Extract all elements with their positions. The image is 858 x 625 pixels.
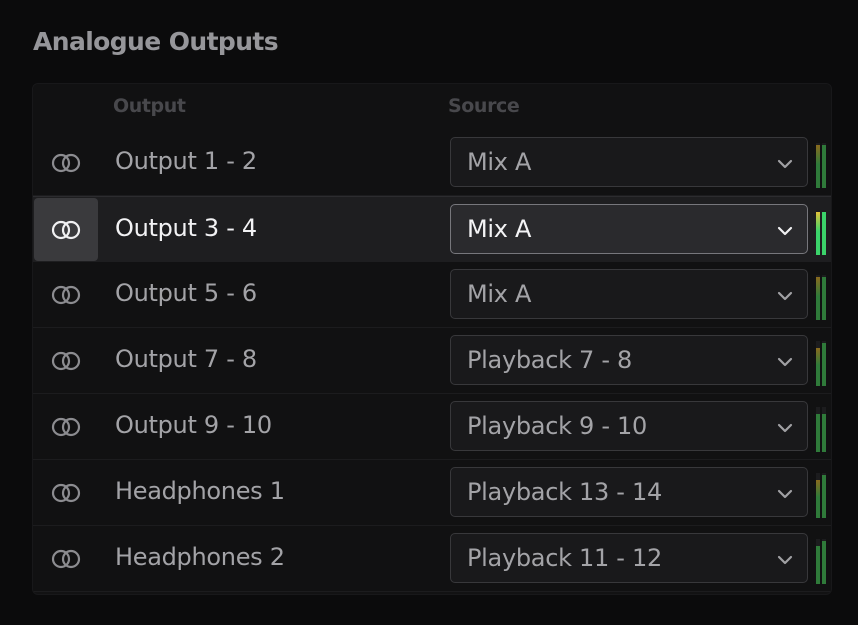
level-meter-left — [816, 210, 820, 255]
link-stereo-button[interactable] — [34, 130, 98, 195]
chevron-down-icon — [777, 485, 793, 504]
output-name: Output 1 - 2 — [115, 147, 257, 175]
level-meter — [816, 407, 828, 452]
level-meter-right — [822, 143, 826, 188]
level-meter — [816, 473, 828, 518]
table-row[interactable]: Output 7 - 8 Playback 7 - 8 — [33, 328, 831, 394]
source-select[interactable]: Mix A — [450, 204, 808, 254]
column-header-output: Output — [113, 95, 186, 117]
level-meter-fill — [816, 348, 820, 386]
table-row[interactable]: Output 1 - 2 Mix A — [33, 130, 831, 196]
level-meter-fill — [816, 145, 820, 188]
output-name: Output 9 - 10 — [115, 411, 272, 439]
chevron-down-icon — [777, 287, 793, 306]
level-meter-fill — [822, 343, 826, 386]
source-select[interactable]: Playback 13 - 14 — [450, 467, 808, 517]
table-row[interactable]: Headphones 2 Playback 11 - 12 — [33, 526, 831, 592]
level-meter-right — [822, 341, 826, 386]
link-stereo-button[interactable] — [34, 394, 98, 459]
output-name: Output 7 - 8 — [115, 345, 257, 373]
output-name: Headphones 1 — [115, 477, 285, 505]
level-meter-fill — [822, 541, 826, 584]
table-row[interactable]: Output 3 - 4 Mix A — [33, 196, 831, 263]
level-meter-right — [822, 473, 826, 518]
level-meter — [816, 210, 828, 255]
source-select-value: Mix A — [467, 148, 532, 176]
level-meter-fill — [816, 546, 820, 584]
table-header: Output Source — [33, 84, 831, 131]
output-name: Output 5 - 6 — [115, 279, 257, 307]
source-select-value: Playback 11 - 12 — [467, 544, 662, 572]
level-meter-fill — [822, 414, 826, 452]
level-meter-fill — [822, 277, 826, 320]
link-stereo-button[interactable] — [34, 460, 98, 525]
level-meter-right — [822, 210, 826, 255]
level-meter-left — [816, 275, 820, 320]
link-stereo-icon — [51, 417, 81, 437]
column-header-source: Source — [448, 95, 520, 117]
section-title: Analogue Outputs — [33, 27, 279, 56]
level-meter-left — [816, 341, 820, 386]
link-stereo-icon — [51, 549, 81, 569]
chevron-down-icon — [777, 155, 793, 174]
chevron-down-icon — [777, 353, 793, 372]
chevron-down-icon — [777, 222, 793, 241]
source-select-value: Playback 7 - 8 — [467, 346, 632, 374]
level-meter-fill — [816, 277, 820, 320]
source-select[interactable]: Playback 7 - 8 — [450, 335, 808, 385]
level-meter-fill — [816, 480, 820, 518]
level-meter-fill — [822, 145, 826, 188]
table-row[interactable]: Headphones 1 Playback 13 - 14 — [33, 460, 831, 526]
link-stereo-icon — [51, 220, 81, 240]
table-row[interactable]: Output 9 - 10 Playback 9 - 10 — [33, 394, 831, 460]
level-meter-left — [816, 539, 820, 584]
level-meter — [816, 341, 828, 386]
level-meter-fill — [816, 212, 820, 255]
chevron-down-icon — [777, 419, 793, 438]
output-name: Headphones 2 — [115, 543, 285, 571]
level-meter-right — [822, 407, 826, 452]
analogue-outputs-table: Output Source Output 1 - 2 Mix A Output 3 … — [32, 83, 832, 595]
source-select[interactable]: Mix A — [450, 137, 808, 187]
link-stereo-button[interactable] — [34, 198, 98, 261]
level-meter — [816, 539, 828, 584]
source-select-value: Mix A — [467, 280, 532, 308]
level-meter-left — [816, 143, 820, 188]
table-row[interactable]: Output 5 - 6 Mix A — [33, 262, 831, 328]
output-name: Output 3 - 4 — [115, 214, 257, 242]
level-meter-right — [822, 539, 826, 584]
level-meter-fill — [822, 475, 826, 518]
source-select-value: Playback 13 - 14 — [467, 478, 662, 506]
level-meter-left — [816, 473, 820, 518]
level-meter — [816, 275, 828, 320]
source-select-value: Mix A — [467, 215, 532, 243]
link-stereo-button[interactable] — [34, 328, 98, 393]
source-select-value: Playback 9 - 10 — [467, 412, 647, 440]
level-meter-left — [816, 407, 820, 452]
chevron-down-icon — [777, 551, 793, 570]
level-meter — [816, 143, 828, 188]
source-select[interactable]: Playback 11 - 12 — [450, 533, 808, 583]
link-stereo-icon — [51, 483, 81, 503]
link-stereo-button[interactable] — [34, 262, 98, 327]
link-stereo-button[interactable] — [34, 526, 98, 591]
source-select[interactable]: Mix A — [450, 269, 808, 319]
source-select[interactable]: Playback 9 - 10 — [450, 401, 808, 451]
level-meter-fill — [822, 212, 826, 255]
level-meter-right — [822, 275, 826, 320]
link-stereo-icon — [51, 153, 81, 173]
link-stereo-icon — [51, 285, 81, 305]
level-meter-fill — [816, 414, 820, 452]
link-stereo-icon — [51, 351, 81, 371]
